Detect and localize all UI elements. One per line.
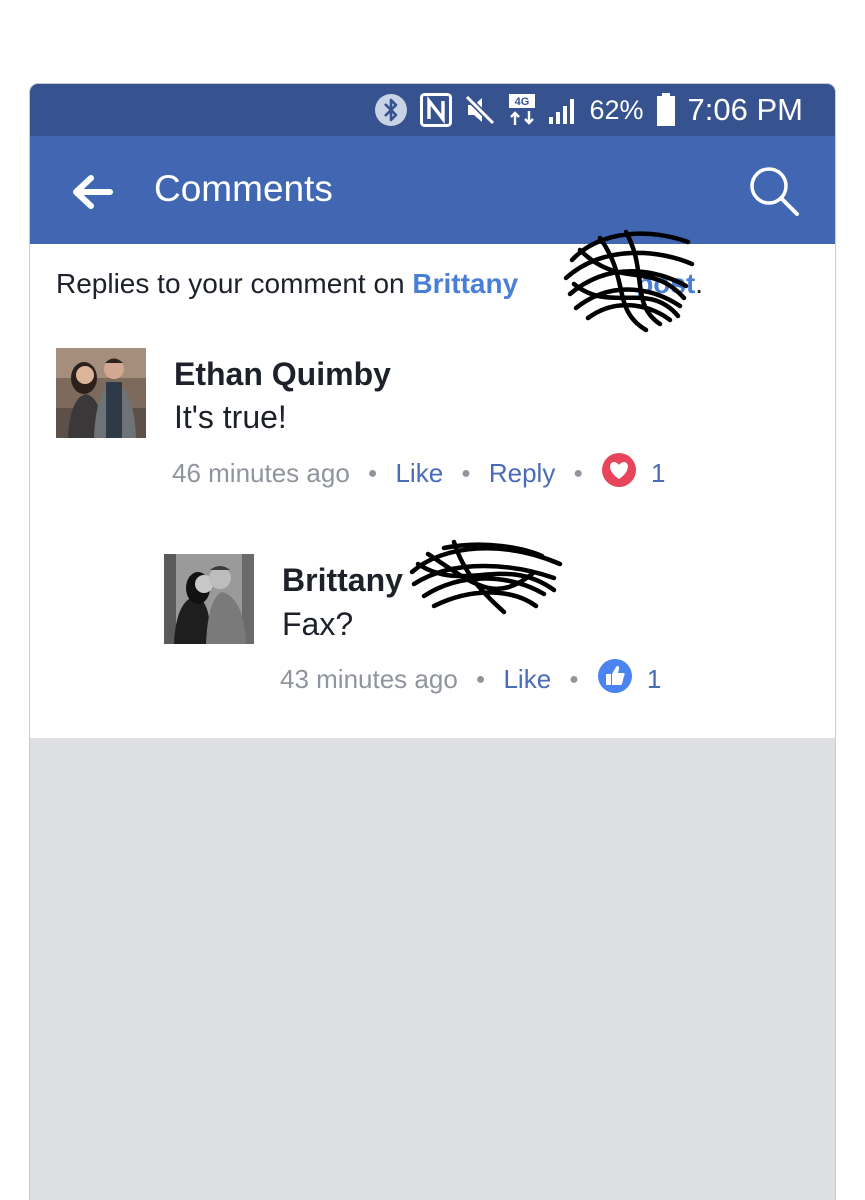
- avatar[interactable]: [56, 348, 146, 438]
- reaction-count: 1: [646, 664, 662, 694]
- nfc-icon: [419, 93, 452, 127]
- comment-actions: 43 minutes ago ● Like ● 1: [280, 658, 661, 701]
- post-author-link[interactable]: Brittany: [412, 268, 518, 299]
- clock: 7:06 PM: [687, 92, 803, 127]
- post-link[interactable]: post: [636, 268, 695, 299]
- like-button[interactable]: Like: [395, 458, 443, 489]
- separator-dot: ●: [367, 464, 378, 482]
- phone-screen: 4G 62% 7:06 PM Comments Replies to your …: [30, 84, 835, 1200]
- reaction-summary[interactable]: 1: [601, 452, 665, 495]
- network-label: 4G: [514, 96, 529, 108]
- context-prefix: Replies to your comment on: [56, 268, 413, 299]
- separator-dot: ●: [475, 670, 486, 688]
- signal-icon: [548, 95, 578, 125]
- like-button[interactable]: Like: [503, 664, 551, 695]
- search-icon[interactable]: [747, 164, 801, 218]
- app-bar: Comments: [30, 136, 835, 244]
- comment-text: Fax?: [282, 606, 354, 642]
- reaction-summary[interactable]: 1: [597, 658, 661, 701]
- separator-dot: ●: [461, 464, 471, 482]
- reaction-count: 1: [651, 458, 666, 488]
- comments-panel: Replies to your comment on Brittany post.…: [30, 229, 835, 738]
- comment-actions: 46 minutes ago ● Like ● Reply ● 1: [172, 452, 665, 495]
- bluetooth-icon: [374, 93, 408, 127]
- separator-dot: ●: [573, 464, 583, 482]
- redaction-scribble: [409, 539, 563, 615]
- separator-dot: ●: [569, 670, 579, 688]
- avatar[interactable]: [164, 554, 254, 644]
- love-reaction-icon: [601, 452, 637, 495]
- context-suffix: .: [695, 268, 704, 299]
- comment-timestamp: 46 minutes ago: [172, 458, 350, 488]
- page-title: Comments: [154, 168, 333, 209]
- comment-timestamp: 43 minutes ago: [280, 664, 458, 694]
- reply-button[interactable]: Reply: [489, 458, 555, 489]
- comment-author[interactable]: Ethan Quimby: [174, 356, 391, 393]
- reply-context: Replies to your comment on Brittany post.: [56, 268, 703, 300]
- comment-text: It's true!: [174, 399, 287, 435]
- battery-icon: [656, 93, 676, 127]
- status-bar: 4G 62% 7:06 PM: [30, 84, 835, 136]
- network-icon: 4G: [508, 93, 536, 127]
- battery-percent: 62%: [589, 94, 644, 125]
- comment-author[interactable]: Brittany: [282, 562, 403, 599]
- mute-icon: [464, 94, 496, 126]
- like-reaction-icon: [597, 658, 633, 701]
- back-arrow-icon[interactable]: [70, 172, 114, 212]
